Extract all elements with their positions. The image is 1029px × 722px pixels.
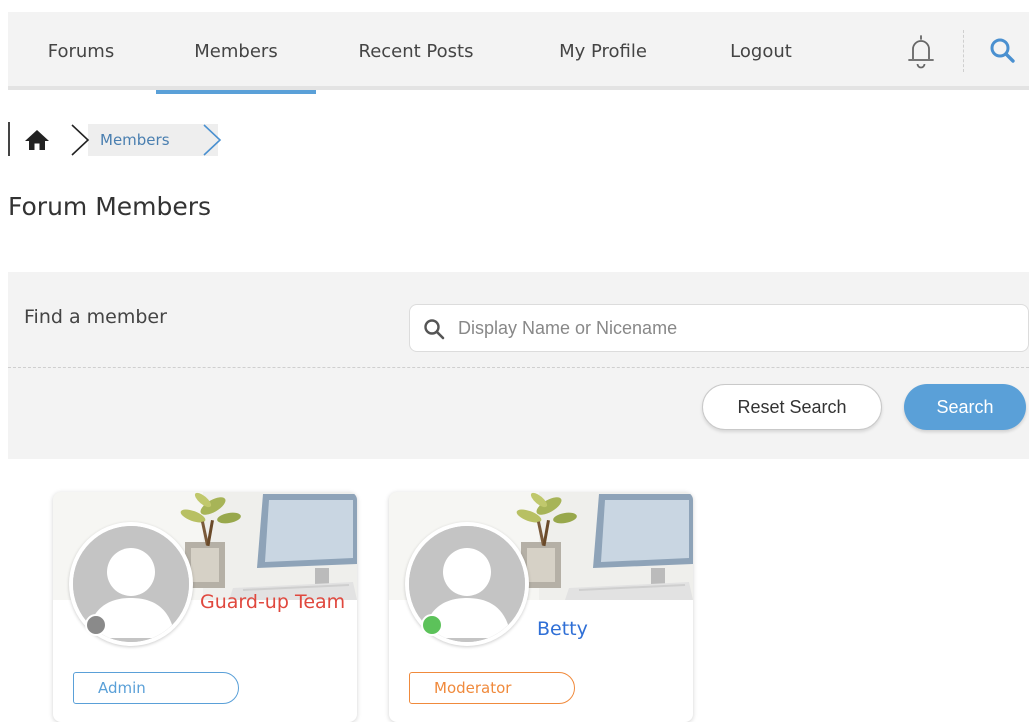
- role-badge-label: Admin: [98, 679, 146, 697]
- status-online-dot: [421, 614, 443, 636]
- page-title: Forum Members: [8, 192, 212, 221]
- search-icon: [422, 317, 446, 341]
- search-button[interactable]: Search: [904, 384, 1026, 430]
- breadcrumb-current: Members: [88, 124, 218, 156]
- search-icon[interactable]: [988, 36, 1018, 66]
- member-name-link[interactable]: Guard-up Team: [200, 589, 350, 615]
- breadcrumb-divider: [8, 122, 10, 156]
- role-badge: Admin: [73, 672, 239, 704]
- member-search-field[interactable]: [409, 304, 1029, 352]
- main-navigation: Forums Members Recent Posts My Profile L…: [8, 12, 1029, 94]
- nav-item-label: Members: [194, 40, 278, 62]
- nav-item-label: Recent Posts: [358, 40, 474, 62]
- role-badge-label: Moderator: [434, 679, 512, 697]
- nav-divider: [963, 30, 964, 72]
- nav-item-my-profile[interactable]: My Profile: [528, 12, 678, 90]
- role-badge: Moderator: [409, 672, 575, 704]
- nav-item-label: My Profile: [559, 40, 647, 62]
- breadcrumb: Members: [8, 120, 238, 160]
- bell-icon[interactable]: [904, 32, 938, 72]
- nav-item-logout[interactable]: Logout: [698, 12, 824, 90]
- home-icon[interactable]: [24, 128, 50, 152]
- status-offline-dot: [85, 614, 107, 636]
- reset-search-button[interactable]: Reset Search: [702, 384, 882, 430]
- chevron-right-icon: [200, 122, 224, 158]
- member-name-link[interactable]: Betty: [537, 616, 687, 642]
- nav-item-label: Forums: [47, 40, 115, 62]
- member-card[interactable]: Guard-up Team Admin: [53, 492, 357, 722]
- member-search-panel: Find a member Reset Search Search: [8, 272, 1029, 459]
- breadcrumb-current-label: Members: [100, 131, 170, 149]
- nav-item-recent-posts[interactable]: Recent Posts: [338, 12, 494, 90]
- member-search-input[interactable]: [458, 311, 1018, 345]
- chevron-right-icon: [68, 122, 92, 158]
- nav-item-members[interactable]: Members: [156, 12, 316, 94]
- nav-item-label: Logout: [730, 40, 792, 62]
- nav-item-forums[interactable]: Forums: [8, 12, 154, 90]
- find-member-label: Find a member: [24, 306, 167, 328]
- panel-divider: [8, 367, 1029, 368]
- member-card[interactable]: Betty Moderator: [389, 492, 693, 722]
